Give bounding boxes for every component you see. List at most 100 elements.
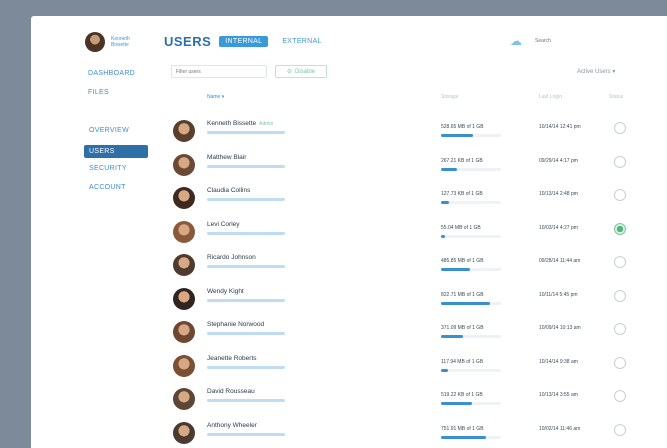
storage-text: 55.04 MB of 1 GB bbox=[441, 224, 481, 231]
avatar[interactable] bbox=[173, 321, 195, 343]
page-title: USERS bbox=[164, 34, 212, 49]
nav-dashboard[interactable]: DASHBOARD bbox=[88, 69, 135, 88]
sort-down-icon: ▾ bbox=[221, 94, 225, 100]
user-name[interactable]: Jeanette Roberts bbox=[207, 355, 260, 362]
status-toggle[interactable] bbox=[614, 323, 626, 335]
user-name[interactable]: Ricardo Johnson bbox=[207, 254, 259, 261]
nav-account[interactable]: ACCOUNT bbox=[84, 183, 148, 202]
search-input[interactable] bbox=[535, 36, 655, 45]
status-toggle[interactable] bbox=[614, 289, 626, 302]
avatar[interactable] bbox=[173, 153, 195, 176]
avatar[interactable] bbox=[173, 220, 195, 243]
table-row[interactable]: Matthew Blair 267.21 KB of 1 GB 09/29/14 4… bbox=[171, 150, 631, 183]
storage-bar bbox=[441, 234, 501, 238]
user-name[interactable]: Wendy Kight bbox=[207, 288, 247, 295]
status-toggle[interactable] bbox=[614, 256, 626, 268]
tab-external[interactable]: EXTERNAL bbox=[276, 36, 327, 47]
last-login: 10/14/14 9:38 am bbox=[539, 358, 578, 365]
table-row[interactable]: Jeanette Roberts 117.94 MB of 1 GB 10/14/1… bbox=[171, 351, 631, 384]
table-row[interactable]: Anthony Wheeler 751.91 MB of 1 GB 10/02/14… bbox=[171, 418, 631, 448]
user-name[interactable]: Matthew Blair bbox=[207, 154, 249, 161]
storage-text: 528.65 MB of 1 GB bbox=[441, 124, 484, 130]
column-header-status[interactable]: Status bbox=[609, 94, 623, 100]
active-users-dropdown[interactable]: Active Users ▾ bbox=[577, 68, 615, 75]
avatar[interactable] bbox=[173, 421, 195, 444]
status-toggle[interactable] bbox=[614, 390, 626, 402]
filter-input[interactable] bbox=[171, 65, 267, 78]
column-header-name[interactable]: Name ▾ bbox=[207, 94, 224, 100]
nav-overview[interactable]: OVERVIEW bbox=[84, 126, 148, 145]
avatar[interactable] bbox=[173, 120, 195, 142]
user-name-text: Jeanette Roberts bbox=[207, 354, 257, 362]
storage-bar-fill bbox=[441, 134, 473, 137]
storage-bar-fill bbox=[441, 234, 445, 238]
avatar[interactable] bbox=[173, 254, 195, 276]
avatar[interactable] bbox=[173, 388, 195, 410]
status-toggle[interactable] bbox=[614, 222, 626, 235]
user-name[interactable]: Claudia Collins bbox=[207, 187, 253, 194]
column-header-storage[interactable]: Storage bbox=[441, 94, 459, 100]
user-name-text: Wendy Kight bbox=[207, 287, 244, 295]
secondary-nav: OVERVIEW USERS SECURITY ACCOUNT bbox=[84, 126, 148, 202]
last-login: 09/29/14 4:17 pm bbox=[539, 157, 578, 164]
table-row[interactable]: Levi Corley 55.04 MB of 1 GB 10/03/14 4:27… bbox=[171, 217, 631, 250]
storage-bar bbox=[441, 167, 501, 171]
storage-bar bbox=[441, 435, 501, 439]
status-toggle[interactable] bbox=[614, 155, 626, 168]
storage-bar bbox=[441, 335, 501, 338]
storage-text: 485.85 MB of 1 GB bbox=[441, 258, 484, 264]
table-row[interactable]: Kenneth Bissette Admin 528.65 MB of 1 GB 10… bbox=[171, 116, 631, 149]
storage-bar-fill bbox=[441, 201, 449, 204]
storage-text: 117.94 MB of 1 GB bbox=[441, 358, 484, 365]
profile[interactable]: Kenneth Bissette bbox=[85, 32, 145, 52]
storage-text: 267.21 KB of 1 GB bbox=[441, 157, 483, 164]
cloud-sync-icon[interactable]: ☁ bbox=[510, 34, 522, 48]
user-name[interactable]: Levi Corley bbox=[207, 221, 243, 228]
status-toggle[interactable] bbox=[614, 423, 626, 436]
user-name[interactable]: David Rousseau bbox=[207, 388, 258, 395]
user-name[interactable]: Anthony Wheeler bbox=[207, 422, 260, 429]
disable-button[interactable]: ⊘ Disable bbox=[275, 65, 327, 78]
user-name[interactable]: Stephanie Norwood bbox=[207, 321, 267, 328]
active-users-label: Active Users bbox=[577, 69, 611, 75]
user-name-text: Anthony Wheeler bbox=[207, 421, 257, 429]
user-name-text: Levi Corley bbox=[207, 220, 240, 228]
page-header: USERS INTERNAL EXTERNAL bbox=[164, 34, 328, 49]
status-toggle[interactable] bbox=[614, 189, 626, 201]
table-row[interactable]: Stephanie Norwood 371.09 MB of 1 GB 10/09/… bbox=[171, 317, 631, 350]
storage-bar-fill bbox=[441, 268, 471, 271]
column-header-last-login[interactable]: Last Login bbox=[539, 94, 562, 100]
last-login: 10/02/14 11:46 am bbox=[539, 425, 581, 432]
user-name-text: Ricardo Johnson bbox=[207, 254, 256, 261]
user-name[interactable]: Kenneth Bissette Admin bbox=[207, 120, 273, 127]
table-row[interactable]: Wendy Kight 822.71 MB of 1 GB 10/11/14 5:4… bbox=[171, 284, 631, 317]
nav-files[interactable]: FILES bbox=[88, 88, 135, 107]
avatar[interactable] bbox=[173, 354, 195, 377]
tab-internal[interactable]: INTERNAL bbox=[219, 36, 269, 47]
primary-nav: DASHBOARD FILES bbox=[88, 69, 135, 107]
role-badge: Admin bbox=[259, 121, 274, 127]
last-login: 10/13/14 3:55 am bbox=[539, 392, 578, 398]
table-row[interactable]: David Rousseau 519.22 KB of 1 GB 10/13/14 … bbox=[171, 384, 631, 417]
user-email bbox=[207, 265, 285, 268]
nav-security[interactable]: SECURITY bbox=[84, 164, 148, 183]
ban-icon: ⊘ bbox=[286, 69, 292, 75]
last-login: 10/11/14 5:45 pm bbox=[539, 291, 578, 298]
nav-users[interactable]: USERS bbox=[84, 145, 148, 158]
user-name-text: Matthew Blair bbox=[207, 153, 247, 161]
user-email bbox=[207, 164, 285, 168]
storage-bar bbox=[441, 301, 501, 305]
user-name-text: Claudia Collins bbox=[207, 187, 251, 194]
status-toggle[interactable] bbox=[614, 122, 626, 134]
avatar[interactable] bbox=[173, 287, 195, 310]
storage-text: 751.91 MB of 1 GB bbox=[441, 425, 484, 432]
avatar[interactable] bbox=[173, 187, 195, 209]
status-toggle[interactable] bbox=[614, 356, 626, 369]
storage-bar-fill bbox=[441, 301, 491, 305]
table-row[interactable]: Claudia Collins 127.73 KB of 1 GB 10/13/14… bbox=[171, 183, 631, 216]
table-row[interactable]: Ricardo Johnson 485.85 MB of 1 GB 09/28/14… bbox=[171, 250, 631, 283]
last-login: 10/09/14 10:13 am bbox=[539, 325, 581, 331]
avatar[interactable] bbox=[85, 32, 105, 52]
storage-text: 822.71 MB of 1 GB bbox=[441, 291, 484, 298]
storage-bar bbox=[441, 201, 501, 204]
